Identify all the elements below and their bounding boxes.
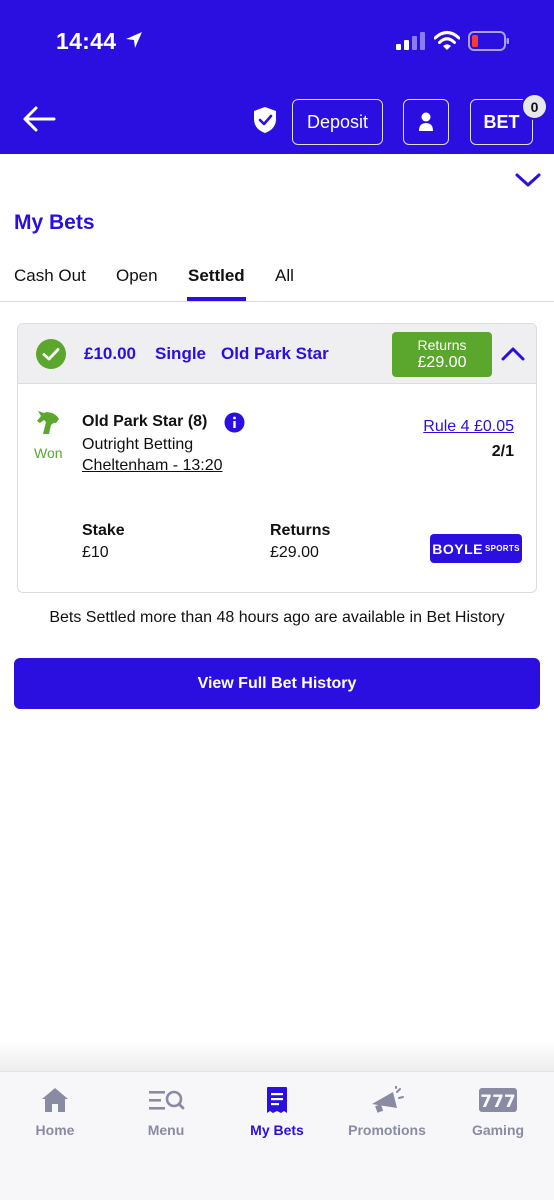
nav-gaming-label: Gaming [471,1122,525,1138]
nav-shadow [0,1040,554,1072]
battery-icon [468,31,509,51]
tab-open[interactable]: Open [116,266,158,286]
nav-gaming[interactable]: 777 Gaming [443,1086,553,1138]
deposit-button[interactable]: Deposit [292,99,383,145]
account-button[interactable] [403,99,449,145]
bet-selection-name: Old Park Star [221,344,329,363]
svg-text:777: 777 [480,1092,516,1112]
info-icon[interactable] [224,412,245,433]
bet-tabs: Cash Out Open Settled All [0,262,554,302]
home-icon [42,1088,68,1112]
location-arrow-icon [126,32,142,48]
status-time: 14:44 [56,28,117,54]
bottom-nav: Home Menu My Bets Promotions 777 Gaming [0,1071,554,1200]
stake-value: £10 [82,544,109,561]
wifi-icon [434,31,460,50]
shield-check-icon[interactable] [252,106,278,134]
nav-menu[interactable]: Menu [111,1086,221,1138]
page-title: My Bets [14,211,95,234]
nav-my-bets[interactable]: My Bets [222,1086,332,1138]
returns-badge-label: Returns [417,337,467,353]
betslip-count-badge: 0 [521,93,548,120]
chevron-down-icon[interactable] [514,171,542,189]
stake-label: Stake [82,522,125,539]
nav-home[interactable]: Home [0,1086,110,1138]
slot-777-icon: 777 [479,1088,517,1112]
bet-card: £10.00 Single Old Park Star Returns £29.… [17,323,537,593]
view-full-bet-history-button[interactable]: View Full Bet History [14,658,540,709]
megaphone-icon [372,1086,404,1113]
tab-all[interactable]: All [275,266,294,286]
event-link[interactable]: Cheltenham - 13:20 [82,457,223,475]
boylesports-logo: BOYLE SPORTS [430,534,522,563]
active-tab-indicator [187,297,246,301]
chevron-up-icon[interactable] [500,345,526,362]
bet-history-notice: Bets Settled more than 48 hours ago are … [49,609,505,626]
nav-menu-label: Menu [147,1122,185,1138]
app-header: Deposit BET [0,82,554,154]
receipt-icon [267,1087,287,1113]
nav-promotions-label: Promotions [348,1122,426,1138]
bet-type: Single [155,344,207,363]
bet-odds: 2/1 [491,443,514,460]
status-bar: 14:44 [0,0,554,82]
returns-badge-value: £29.00 [417,354,467,371]
menu-search-icon [149,1090,185,1110]
horse-racing-icon [37,411,59,434]
returns-badge: Returns £29.00 [392,332,492,377]
nav-home-label: Home [35,1122,75,1138]
bet-result: Won [34,445,63,461]
back-arrow-icon[interactable] [22,104,56,134]
returns-value: £29.00 [270,544,319,561]
nav-my-bets-label: My Bets [250,1122,304,1138]
user-icon [419,112,433,131]
nav-promotions[interactable]: Promotions [332,1086,442,1138]
rule4-link[interactable]: Rule 4 £0.05 [423,418,514,436]
bet-card-header[interactable]: £10.00 Single Old Park Star Returns £29.… [18,324,536,384]
bet-stake-amount: £10.00 [84,344,136,363]
cellular-signal-icon [396,32,425,50]
returns-label: Returns [270,522,331,539]
tab-cash-out[interactable]: Cash Out [14,266,86,286]
market-name: Outright Betting [82,436,194,453]
selection-detail: Old Park Star (8) [82,413,208,430]
check-circle-icon [36,339,66,369]
tab-settled[interactable]: Settled [188,266,245,286]
